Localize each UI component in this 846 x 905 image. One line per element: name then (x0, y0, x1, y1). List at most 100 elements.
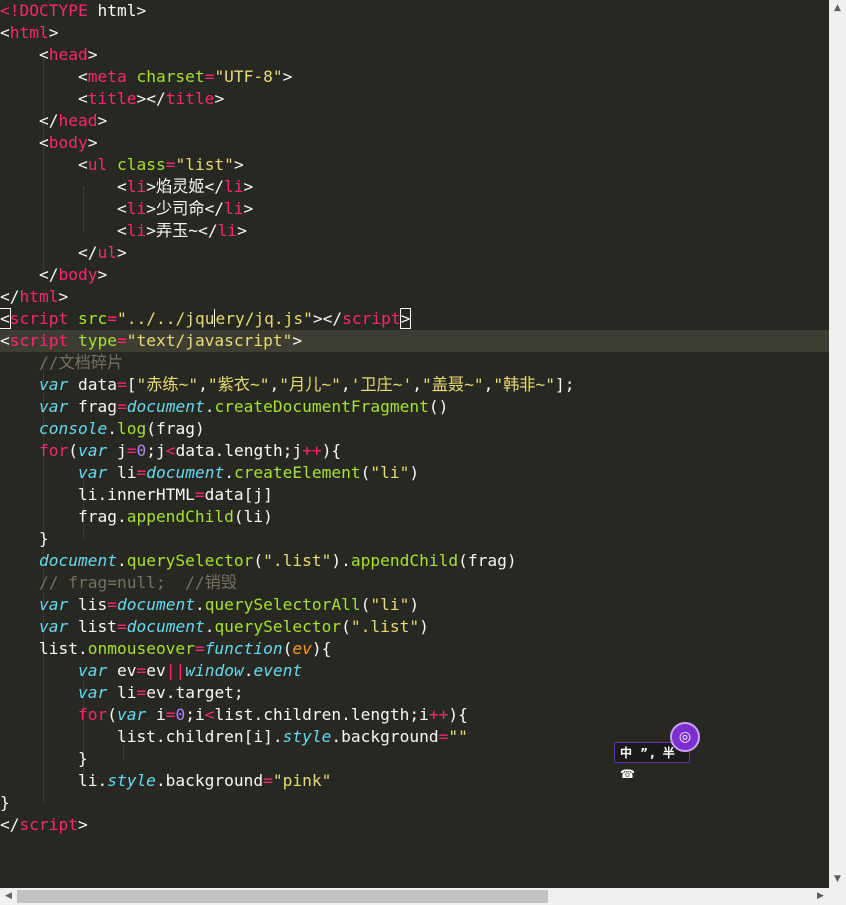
code-line[interactable]: for(var j=0;j<data.length;j++){ (0, 440, 829, 462)
code-token: ev (107, 661, 137, 680)
ime-logo-icon[interactable]: ◎ (670, 722, 700, 752)
code-line[interactable]: li.style.background="pink" (0, 770, 829, 792)
code-line[interactable]: var li=ev.target; (0, 682, 829, 704)
code-token: , (483, 375, 494, 394)
code-line[interactable]: <!DOCTYPE html> (0, 0, 829, 22)
code-line[interactable]: } (0, 792, 829, 814)
code-token: = (136, 683, 147, 702)
code-token: console (38, 419, 108, 438)
code-line[interactable]: var data=["赤练~","紫衣~","月儿~",'卫庄~',"盖聂~",… (0, 374, 829, 396)
code-line[interactable]: list.onmouseover=function(ev){ (0, 638, 829, 660)
code-token: querySelectorAll (204, 595, 361, 614)
code-token: ){ (321, 441, 342, 460)
code-token: appendChild (350, 551, 459, 570)
code-line[interactable]: <script src="../../jquery/jq.js"></scrip… (0, 308, 829, 330)
code-token: >弄玉~</ (146, 221, 218, 240)
code-token: document (116, 595, 195, 614)
scroll-down-icon[interactable]: ▼ (829, 871, 846, 888)
code-line[interactable]: <html> (0, 22, 829, 44)
code-line[interactable]: for(var i=0;i<list.children.length;i++){ (0, 704, 829, 726)
horizontal-scrollbar[interactable]: ◀ ▶ (0, 888, 829, 905)
horizontal-scroll-thumb[interactable] (17, 890, 548, 903)
code-token: .background (331, 727, 439, 746)
code-token: < (0, 221, 127, 240)
code-line[interactable]: <head> (0, 44, 829, 66)
code-line[interactable]: <script type="text/javascript"> (0, 330, 829, 352)
scroll-right-icon[interactable]: ▶ (812, 888, 829, 905)
code-line[interactable]: <li>少司命</li> (0, 198, 829, 220)
code-token: . (204, 617, 215, 636)
vertical-scrollbar[interactable]: ▲ ▼ (829, 0, 846, 888)
code-line[interactable]: var list=document.querySelector(".list") (0, 616, 829, 638)
code-line[interactable]: var ev=ev||window.event (0, 660, 829, 682)
code-token: for (77, 705, 108, 724)
code-token: [ (126, 375, 137, 394)
code-token: var (38, 397, 69, 416)
code-token: "pink" (272, 771, 332, 790)
code-token: </ (0, 265, 59, 284)
code-line[interactable]: <meta charset="UTF-8"> (0, 66, 829, 88)
code-token: "盖聂~" (421, 375, 484, 394)
code-line[interactable]: </head> (0, 110, 829, 132)
code-line[interactable]: var lis=document.querySelectorAll("li") (0, 594, 829, 616)
code-line[interactable]: var li=document.createElement("li") (0, 462, 829, 484)
code-token: .background (155, 771, 264, 790)
code-token: > (87, 45, 98, 64)
code-token: script (19, 815, 78, 834)
code-token: > (97, 111, 108, 130)
code-token: > (48, 23, 59, 42)
code-line[interactable]: document.querySelector(".list").appendCh… (0, 550, 829, 572)
code-token: > (214, 89, 225, 108)
code-line[interactable]: <ul class="list"> (0, 154, 829, 176)
code-line[interactable]: <title></title> (0, 88, 829, 110)
scroll-left-icon[interactable]: ◀ (0, 888, 17, 905)
code-line[interactable]: </body> (0, 264, 829, 286)
code-token: (frag) (458, 551, 517, 570)
code-line[interactable]: list.children[i].style.background="" (0, 726, 829, 748)
code-line[interactable]: <li>焰灵姬</li> (0, 176, 829, 198)
code-line[interactable]: // frag=null; //销毁 (0, 572, 829, 594)
code-token: > (243, 177, 254, 196)
code-line[interactable]: var frag=document.createDocumentFragment… (0, 396, 829, 418)
code-token: . (224, 463, 234, 482)
code-token: window (185, 661, 244, 680)
code-token: ) (409, 463, 420, 482)
code-token: var (77, 441, 108, 460)
code-line[interactable]: //文档碎片 (0, 352, 829, 374)
code-token: <!DOCTYPE (0, 1, 88, 20)
code-token: event (253, 661, 303, 680)
code-token: > (237, 221, 247, 240)
code-token: 0 (175, 705, 186, 724)
code-line[interactable]: } (0, 528, 829, 550)
code-line[interactable]: } (0, 748, 829, 770)
code-editor[interactable]: <!DOCTYPE html> <html> <head> <meta chars… (0, 0, 829, 888)
scroll-up-icon[interactable]: ▲ (829, 0, 846, 17)
code-line[interactable]: <body> (0, 132, 829, 154)
ime-toolbar[interactable]: 中 ”, 半 ☎ ◎ (614, 722, 704, 781)
code-token: var (77, 683, 108, 702)
code-line[interactable]: </html> (0, 286, 829, 308)
code-line[interactable]: console.log(frag) (0, 418, 829, 440)
code-token: createElement (233, 463, 361, 482)
code-line[interactable]: <li>弄玉~</li> (0, 220, 829, 242)
code-line[interactable]: </ul> (0, 242, 829, 264)
code-line[interactable]: li.innerHTML=data[j] (0, 484, 829, 506)
code-line[interactable]: </script> (0, 814, 829, 836)
code-token: li (224, 199, 244, 218)
code-token: "li" (370, 463, 410, 482)
code-token: style (107, 771, 156, 790)
code-token: > (233, 155, 244, 174)
code-line[interactable]: frag.appendChild(li) (0, 506, 829, 528)
code-token: >焰灵姬</ (146, 177, 225, 196)
code-token: ;j (146, 441, 166, 460)
code-token: . (107, 419, 117, 438)
code-token: body (58, 265, 98, 284)
code-token: < (0, 308, 11, 329)
